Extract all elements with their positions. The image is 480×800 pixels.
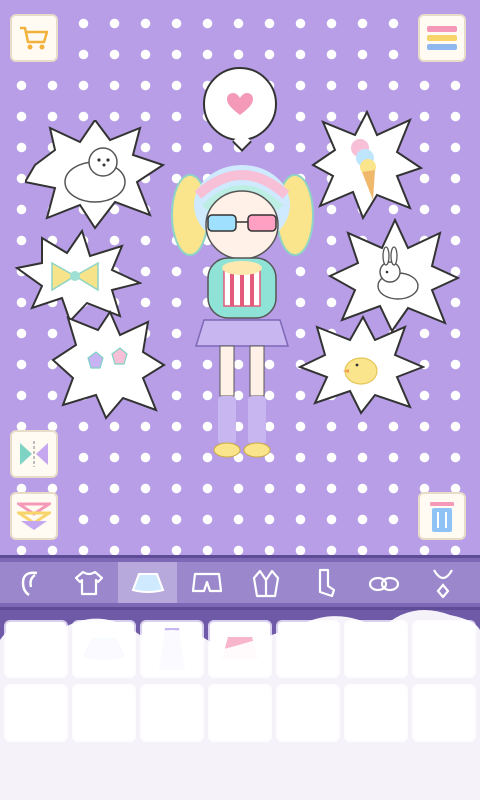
jacket-icon [252, 569, 279, 597]
layer-button[interactable] [10, 492, 58, 540]
shirt-icon [74, 570, 103, 595]
skirt-icon [131, 572, 164, 593]
item-slot[interactable] [140, 684, 204, 742]
items-panel [0, 610, 480, 800]
item-slot[interactable] [276, 684, 340, 742]
item-slot[interactable] [344, 684, 408, 742]
category-bar [0, 555, 480, 610]
category-outerwear[interactable] [236, 562, 295, 603]
item-slot-white-skirt[interactable] [276, 620, 340, 678]
ice-cream-sticker[interactable] [305, 110, 423, 220]
category-hair[interactable] [0, 562, 59, 603]
flip-icon [20, 441, 48, 467]
menu-icon [427, 26, 457, 50]
item-slot-white-skirt-2[interactable] [344, 620, 408, 678]
bow-sticker[interactable] [12, 228, 142, 323]
shoes-icon [368, 576, 399, 591]
cart-icon [20, 26, 49, 50]
item-slot-pink-skirt[interactable] [208, 620, 272, 678]
layer-down-icon [17, 502, 51, 530]
item-slot[interactable] [4, 684, 68, 742]
category-skirts[interactable] [118, 562, 177, 603]
category-tops[interactable] [59, 562, 118, 603]
necklace-icon [432, 568, 453, 598]
hair-icon [21, 570, 37, 596]
category-pants[interactable] [177, 562, 236, 603]
category-accessories[interactable] [413, 562, 472, 603]
category-socks[interactable] [295, 562, 354, 603]
item-slot-long-white-skirt[interactable] [412, 620, 476, 678]
tutu-skirt-icon [82, 638, 126, 660]
item-slot-long-skirt[interactable] [140, 620, 204, 678]
category-shoes[interactable] [354, 562, 413, 603]
heart-icon [227, 93, 253, 115]
item-slot-tutu[interactable] [72, 620, 136, 678]
item-slot-empty[interactable] [4, 620, 68, 678]
dog-sticker[interactable] [25, 120, 165, 230]
shorts-icon [191, 572, 222, 592]
item-slot[interactable] [412, 684, 476, 742]
long-skirt-icon [159, 628, 185, 670]
dressup-character[interactable] [170, 160, 315, 462]
trash-icon [430, 502, 454, 532]
pink-skirt-icon [222, 637, 258, 659]
flip-button[interactable] [10, 430, 58, 478]
emotion-bubble[interactable] [203, 67, 277, 141]
socks-icon [318, 568, 335, 597]
earrings-sticker[interactable] [48, 310, 166, 420]
shop-button[interactable] [10, 14, 58, 62]
item-slot[interactable] [72, 684, 136, 742]
item-slot[interactable] [208, 684, 272, 742]
menu-button[interactable] [418, 14, 466, 62]
trash-button[interactable] [418, 492, 466, 540]
